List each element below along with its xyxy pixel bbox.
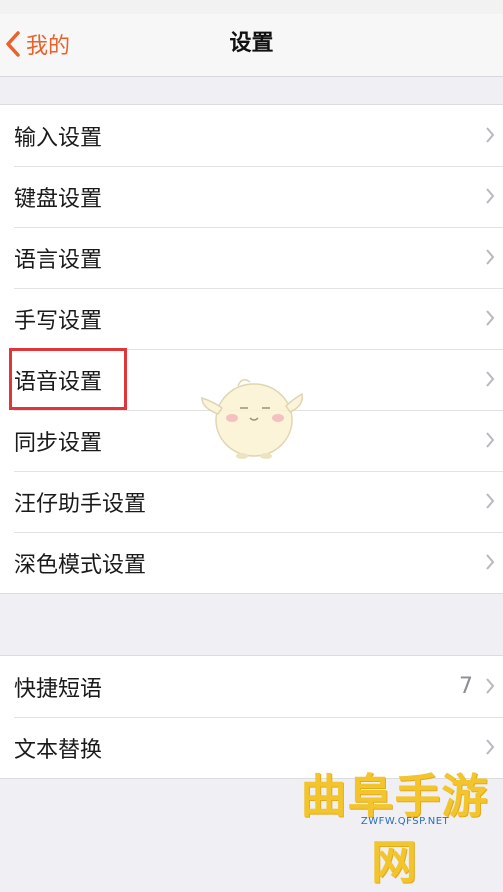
chevron-right-icon xyxy=(486,310,495,326)
chevron-right-icon xyxy=(486,127,495,143)
status-bar-strip xyxy=(0,0,503,14)
settings-row-label: 汪仔助手设置 xyxy=(14,491,147,517)
chevron-right-icon xyxy=(486,678,495,694)
settings-row-label: 语言设置 xyxy=(14,247,103,273)
mascot-watermark-icon xyxy=(201,379,303,459)
watermark-url: ZWFW.QFSP.NET xyxy=(360,816,450,827)
chevron-right-icon xyxy=(486,554,495,570)
settings-row-label: 语音设置 xyxy=(14,369,103,395)
settings-row-label: 文本替换 xyxy=(14,737,103,763)
settings-row-quick-phrases[interactable]: 快捷短语 7 xyxy=(0,656,503,717)
chevron-right-icon xyxy=(486,493,495,509)
chevron-right-icon xyxy=(486,432,495,448)
settings-row-label: 手写设置 xyxy=(14,308,103,334)
settings-row-language[interactable]: 语言设置 xyxy=(0,227,503,288)
settings-row-label: 输入设置 xyxy=(14,125,103,151)
chevron-right-icon xyxy=(486,371,495,387)
chevron-right-icon xyxy=(486,739,495,755)
chevron-right-icon xyxy=(486,188,495,204)
chevron-right-icon xyxy=(486,249,495,265)
settings-row-assistant[interactable]: 汪仔助手设置 xyxy=(0,471,503,532)
navigation-bar: 我的 设置 xyxy=(0,14,503,77)
settings-row-input[interactable]: 输入设置 xyxy=(0,105,503,166)
settings-row-label: 深色模式设置 xyxy=(14,552,147,578)
settings-row-handwriting[interactable]: 手写设置 xyxy=(0,288,503,349)
settings-row-label: 键盘设置 xyxy=(14,186,103,212)
settings-row-label: 快捷短语 xyxy=(14,676,103,702)
settings-group-main: 输入设置 键盘设置 语言设置 手写设置 语音设置 同步设置 汪仔助手设置 深色模… xyxy=(0,104,503,594)
settings-row-keyboard[interactable]: 键盘设置 xyxy=(0,166,503,227)
quick-phrases-count: 7 xyxy=(459,674,473,699)
page-title: 设置 xyxy=(229,31,274,56)
settings-row-dark-mode[interactable]: 深色模式设置 xyxy=(0,532,503,593)
settings-row-label: 同步设置 xyxy=(14,430,103,456)
